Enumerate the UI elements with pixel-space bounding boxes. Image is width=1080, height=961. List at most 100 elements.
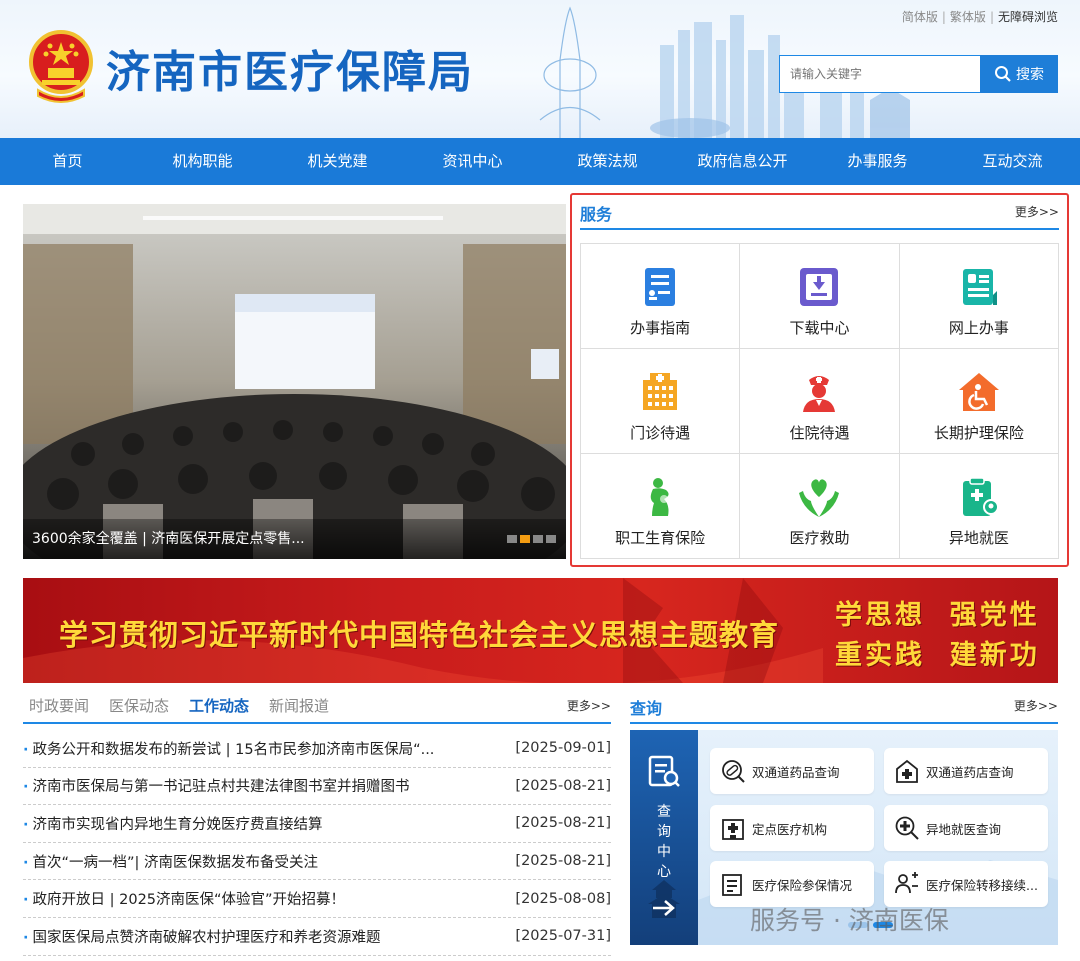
location-clipboard-icon (962, 477, 999, 516)
service-download[interactable]: 下载中心 (740, 244, 900, 349)
query-dual-channel-drugs[interactable]: 双通道药品查询 (710, 748, 874, 794)
nurse-icon (803, 376, 836, 412)
nav-item-party[interactable]: 机关党建 (270, 138, 405, 185)
clinic-icon (643, 373, 678, 410)
news-more-link[interactable]: 更多>> (567, 697, 611, 714)
service-maternity[interactable]: 职工生育保险 (581, 454, 741, 559)
news-item-title: 政务公开和数据发布的新尝试 | 15名市民参加济南市医保局“... (23, 738, 435, 759)
nav-item-home[interactable]: 首页 (0, 138, 135, 185)
news-item[interactable]: 政府开放日 | 2025济南医保“体验官”开始招募！ [2025-08-08] (23, 880, 611, 918)
service-online-label: 网上办事 (948, 319, 1009, 337)
nav-item-gov-info[interactable]: 政府信息公开 (675, 138, 810, 185)
query-designated-institutions[interactable]: 定点医疗机构 (710, 805, 874, 851)
query-title: 查询 (630, 699, 663, 718)
query-remote-medical[interactable]: 异地就医查询 (884, 805, 1048, 851)
wheelchair-icon (958, 373, 999, 411)
main-nav: 首页 机构职能 机关党建 资讯中心 政策法规 政府信息公开 办事服务 互动交流 (0, 138, 1080, 185)
news-item[interactable]: 国家医保局点赞济南破解农村护理医疗和养老资源难题 [2025-07-31] (23, 918, 611, 956)
news-item-title: 国家医保局点赞济南破解农村护理医疗和养老资源难题 (23, 926, 381, 947)
tab-press-reports[interactable]: 新闻报道 (269, 692, 329, 720)
search-input[interactable] (779, 55, 981, 93)
news-item[interactable]: 政务公开和数据发布的新尝试 | 15名市民参加济南市医保局“... [2025-0… (23, 730, 611, 768)
slider-caption[interactable]: 3600余家全覆盖 | 济南医保开展定点零售... (23, 519, 566, 559)
news-item-date: [2025-08-08] (515, 890, 611, 907)
service-remote-medical-label: 异地就医 (948, 529, 1009, 547)
banner-slogan-line2: 重实践 建新功 (835, 640, 1040, 671)
query-button-label: 定点医疗机构 (752, 821, 828, 837)
news-item-date: [2025-07-31] (515, 928, 611, 945)
arrow-right-icon (653, 900, 675, 916)
service-panel: 服务 更多>> 办事指南 下载中心 网上办事 门诊待遇 住院待遇 长期护理保险 (570, 193, 1069, 567)
service-long-term-care-label: 长期护理保险 (933, 424, 1024, 442)
query-dual-channel-pharmacy[interactable]: 双通道药店查询 (884, 748, 1048, 794)
pharmacy-icon (896, 759, 918, 783)
slider-dot[interactable] (533, 535, 543, 543)
tab-work-news[interactable]: 工作动态 (189, 692, 249, 720)
accessible-link[interactable]: 无障碍浏览 (998, 10, 1058, 24)
news-photo-slider[interactable]: 3600余家全覆盖 | 济南医保开展定点零售... (23, 204, 566, 559)
nav-item-news-center[interactable]: 资讯中心 (405, 138, 540, 185)
traditional-link[interactable]: 繁体版 (950, 10, 986, 24)
simplified-link[interactable]: 简体版 (902, 10, 938, 24)
query-center-label: 查询中心 (657, 804, 671, 880)
news-item-date: [2025-08-21] (515, 853, 611, 870)
query-button-label: 双通道药店查询 (926, 764, 1014, 780)
nav-item-policy[interactable]: 政策法规 (540, 138, 675, 185)
service-inpatient-label: 住院待遇 (789, 424, 850, 442)
banner-text: 学习贯彻习近平新时代中国特色社会主义思想主题教育 (59, 618, 780, 652)
news-item[interactable]: 济南市实现省内异地生育分娩医疗费直接结算 [2025-08-21] (23, 805, 611, 843)
service-guide-label: 办事指南 (630, 319, 691, 337)
query-panel: 查询中心 双通道药品查询 双通道药店查询 定点医疗机构 异地就医查询 医疗保险参… (630, 730, 1058, 945)
service-clinic[interactable]: 门诊待遇 (581, 349, 741, 454)
search-icon (995, 66, 1011, 82)
slider-dot[interactable] (546, 535, 556, 543)
service-long-term-care[interactable]: 长期护理保险 (899, 349, 1059, 454)
query-button-label: 医疗保险参保情况 (752, 877, 853, 893)
tab-insurance-news[interactable]: 医保动态 (109, 692, 169, 720)
slider-dot[interactable] (507, 535, 517, 543)
slider-dots (507, 535, 556, 543)
national-emblem-icon (29, 30, 93, 103)
banner-slogan-line1: 学思想 强党性 (835, 600, 1040, 631)
service-medical-aid-label: 医疗救助 (789, 529, 850, 547)
theme-education-banner[interactable]: 学习贯彻习近平新时代中国特色社会主义思想主题教育 学思想 强党性 重实践 建新功 (23, 578, 1058, 683)
news-list: 政务公开和数据发布的新尝试 | 15名市民参加济南市医保局“... [2025-0… (23, 730, 611, 956)
query-more-link[interactable]: 更多>> (1014, 697, 1058, 714)
service-inpatient[interactable]: 住院待遇 (740, 349, 900, 454)
news-item-date: [2025-08-21] (515, 777, 611, 794)
slider-dot[interactable] (520, 535, 530, 543)
insurance-record-icon (722, 874, 742, 896)
site-header: 济南市医疗保障局 简体版 | 繁体版 | 无障碍浏览 请输入关键字 搜索 (0, 0, 1080, 138)
news-item-date: [2025-09-01] (515, 740, 611, 757)
service-online[interactable]: 网上办事 (899, 244, 1059, 349)
online-service-icon (962, 269, 997, 305)
news-item-title: 济南市实现省内异地生育分娩医疗费直接结算 (23, 813, 323, 834)
guide-icon (645, 268, 676, 306)
service-clinic-label: 门诊待遇 (630, 424, 691, 442)
query-button-label: 双通道药品查询 (752, 764, 840, 780)
news-item[interactable]: 首次“一病一档”| 济南医保数据发布备受关注 [2025-08-21] (23, 843, 611, 881)
service-medical-aid[interactable]: 医疗救助 (740, 454, 900, 559)
service-remote-medical[interactable]: 异地就医 (899, 454, 1059, 559)
watermark: 服务号 · 济南医保 (750, 906, 949, 935)
service-more-link[interactable]: 更多>> (1015, 203, 1059, 220)
document-search-icon (648, 755, 680, 787)
service-download-label: 下载中心 (789, 319, 850, 337)
nav-item-interaction[interactable]: 互动交流 (945, 138, 1080, 185)
tab-political-news[interactable]: 时政要闻 (29, 692, 89, 720)
news-item-title: 首次“一病一档”| 济南医保数据发布备受关注 (23, 851, 319, 872)
nav-item-services[interactable]: 办事服务 (810, 138, 945, 185)
search-button[interactable]: 搜索 (980, 55, 1058, 93)
service-guide[interactable]: 办事指南 (581, 244, 741, 349)
top-links: 简体版 | 繁体版 | 无障碍浏览 (901, 10, 1058, 24)
query-center-sidebar[interactable]: 查询中心 (630, 730, 698, 945)
news-tabs: 时政要闻 医保动态 工作动态 新闻报道 更多>> (23, 692, 611, 724)
medical-search-icon (895, 816, 919, 840)
service-maternity-label: 职工生育保险 (615, 529, 706, 547)
query-button-label: 异地就医查询 (926, 821, 1002, 837)
news-item-date: [2025-08-21] (515, 815, 611, 832)
query-button-label: 医疗保险转移接续... (926, 877, 1038, 893)
news-item[interactable]: 济南市医保局与第一书记驻点村共建法律图书室并捐赠图书 [2025-08-21] (23, 768, 611, 806)
query-panel-header: 查询 更多>> (630, 692, 1058, 724)
nav-item-functions[interactable]: 机构职能 (135, 138, 270, 185)
